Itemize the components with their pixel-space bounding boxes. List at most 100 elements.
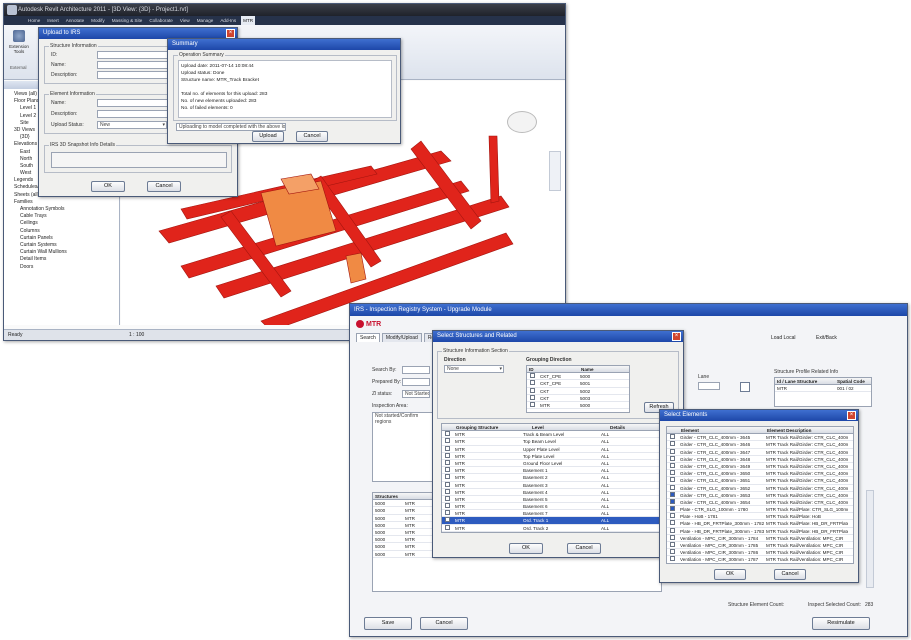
- table-row[interactable]: MTR Basement 1 ALL: [442, 467, 666, 475]
- table-row[interactable]: MTR Ground Floor Level ALL: [442, 459, 666, 468]
- view-cube[interactable]: [507, 111, 537, 133]
- checkbox[interactable]: [445, 438, 450, 444]
- ribbon-tab[interactable]: Insert: [45, 16, 61, 25]
- table-row[interactable]: Girder - CTR_CLC_400mm - 3649 MTR Track R…: [667, 462, 853, 471]
- table-row[interactable]: MTR Ord. Track 2 ALL: [442, 524, 666, 532]
- table-row[interactable]: Plate - HB_DR_FRTPlate_300mm - 1783 MTR T…: [667, 527, 853, 535]
- checkbox[interactable]: [530, 380, 535, 386]
- upload-status-select[interactable]: New ▾: [97, 121, 167, 129]
- table-row[interactable]: MTR Basement 4 ALL: [442, 488, 666, 496]
- checkbox[interactable]: [445, 431, 450, 437]
- checkbox[interactable]: [670, 441, 675, 447]
- table-row[interactable]: Ventilation - MPC_CIR_300mm - 1784 MTR Tr…: [667, 534, 853, 542]
- ribbon-tab[interactable]: Modify: [89, 16, 107, 25]
- tree-item[interactable]: Curtain Systems: [8, 242, 118, 249]
- table-row[interactable]: MTR Basement 5 ALL: [442, 495, 666, 504]
- zl-status-select[interactable]: Not Started: [402, 390, 430, 398]
- save-button[interactable]: Save: [364, 617, 412, 630]
- checkbox[interactable]: [670, 477, 675, 483]
- tree-item[interactable]: Doors: [8, 264, 118, 271]
- table-row[interactable]: Girder - CTR_CLC_400mm - 3652 MTR Track R…: [667, 484, 853, 492]
- checkbox[interactable]: [445, 452, 450, 458]
- checkbox[interactable]: [670, 506, 675, 512]
- table-row[interactable]: Girder - CTR_CLC_400mm - 3648 MTR Track R…: [667, 455, 853, 463]
- close-icon[interactable]: ×: [672, 332, 681, 341]
- table-row[interactable]: MTR Ord. Track 1 ALL: [442, 517, 666, 525]
- tree-item[interactable]: Cable Trays: [8, 213, 118, 220]
- ribbon-tab[interactable]: Annotate: [64, 16, 86, 25]
- table-row[interactable]: Plate - HB_DR_FRTPlate_300mm - 1782 MTR T…: [667, 520, 853, 528]
- cancel-button[interactable]: Cancel: [296, 131, 328, 142]
- scale-label[interactable]: 1 : 100: [129, 332, 144, 338]
- table-row[interactable]: Ventilation - MPC_CIR_300mm - 1786 MTR Tr…: [667, 549, 853, 557]
- list-item[interactable]: CKT 5003: [527, 394, 629, 402]
- revit-logo-icon[interactable]: [7, 5, 17, 15]
- irs-tab[interactable]: Modify/Upload: [381, 333, 422, 342]
- checkbox[interactable]: [445, 517, 450, 523]
- table-row[interactable]: MTR Track & Beam Level ALL: [442, 431, 666, 439]
- checkbox[interactable]: [670, 513, 675, 519]
- snapshot-info-field[interactable]: [51, 152, 227, 168]
- ribbon-tab[interactable]: View: [178, 16, 192, 25]
- ribbon-tab[interactable]: Home: [26, 16, 42, 25]
- table-row[interactable]: Ventilation - MPC_CIR_300mm - 1785 MTR Tr…: [667, 542, 853, 550]
- load-local-link[interactable]: Load Local: [771, 335, 795, 341]
- checkbox[interactable]: [670, 534, 675, 540]
- checkbox[interactable]: [670, 455, 675, 461]
- lane-field[interactable]: [698, 382, 720, 390]
- checkbox[interactable]: [670, 542, 675, 547]
- checkbox[interactable]: [670, 448, 675, 454]
- checkbox[interactable]: [530, 373, 535, 379]
- table-row[interactable]: MTR Basement 6 ALL: [442, 503, 666, 511]
- irs-tab[interactable]: Search: [356, 333, 380, 342]
- tree-item[interactable]: Annotation Symbols: [8, 206, 118, 213]
- ribbon-tab[interactable]: Collaborate: [147, 16, 175, 25]
- checkbox[interactable]: [445, 445, 450, 451]
- checkbox[interactable]: [670, 484, 675, 490]
- prepared-by-field[interactable]: [402, 378, 430, 386]
- cancel-button[interactable]: Cancel: [567, 543, 601, 554]
- table-row[interactable]: Plate - CTR_SLG_100mm - 1780 MTR Track Ra…: [667, 506, 853, 514]
- table-row[interactable]: Ventilation - MPC_CIR_300mm - 1787 MTR Tr…: [667, 556, 853, 563]
- tree-item[interactable]: Curtain Wall Mullions: [8, 249, 118, 256]
- table-row[interactable]: Girder - CTR_CLC_400mm - 3653 MTR Track R…: [667, 491, 853, 499]
- table-row[interactable]: MTR Top Plate Level ALL: [442, 452, 666, 460]
- right-scrollbar[interactable]: [866, 490, 874, 588]
- ok-button[interactable]: OK: [714, 569, 746, 580]
- close-icon[interactable]: ×: [847, 411, 856, 420]
- extension-tools-button[interactable]: Extension Tools: [8, 29, 30, 59]
- table-row[interactable]: MTR Upper Plate Level ALL: [442, 445, 666, 453]
- tree-item[interactable]: Families: [8, 199, 118, 206]
- cancel-button[interactable]: Cancel: [774, 569, 806, 580]
- cancel-button[interactable]: Cancel: [420, 617, 468, 630]
- inspection-area-field[interactable]: Not started/Confirm regions: [372, 412, 434, 482]
- search-by-field[interactable]: [402, 366, 430, 374]
- table-row[interactable]: MTR Top Beam Level ALL: [442, 438, 666, 446]
- checkbox[interactable]: [530, 401, 535, 407]
- ribbon-tab[interactable]: Massing & Site: [110, 16, 145, 25]
- tree-item[interactable]: Curtain Panels: [8, 235, 118, 242]
- table-row[interactable]: MTR Basement 7 ALL: [442, 510, 666, 518]
- checkbox[interactable]: [670, 491, 675, 497]
- checkbox[interactable]: [445, 495, 450, 501]
- profile-row[interactable]: MTR 001 / 02: [775, 385, 871, 393]
- table-row[interactable]: Plate - HoB - 1781 MTR Track Rail/Plate: …: [667, 513, 853, 521]
- direction-select[interactable]: None ▾: [444, 365, 504, 373]
- checkbox[interactable]: [670, 527, 675, 533]
- checkbox[interactable]: [670, 556, 675, 562]
- checkbox[interactable]: [670, 470, 675, 476]
- ribbon-tab[interactable]: Manage: [195, 16, 216, 25]
- checkbox[interactable]: [530, 394, 535, 400]
- list-item[interactable]: CKT_CPE 5000: [527, 373, 629, 381]
- lane-pick-button[interactable]: [740, 382, 750, 392]
- exit-back-link[interactable]: Exit/Back: [816, 335, 837, 341]
- table-row[interactable]: Girder - CTR_CLC_400mm - 3654 MTR Track R…: [667, 498, 853, 507]
- tree-item[interactable]: Ceilings: [8, 220, 118, 227]
- navigation-bar[interactable]: [549, 151, 561, 191]
- upload-button[interactable]: Upload: [252, 131, 284, 142]
- table-row[interactable]: Girder - CTR_CLC_400mm - 3651 MTR Track R…: [667, 477, 853, 485]
- ok-button[interactable]: OK: [91, 181, 125, 192]
- checkbox[interactable]: [445, 474, 450, 480]
- table-row[interactable]: MTR Basement 3 ALL: [442, 481, 666, 489]
- checkbox[interactable]: [445, 488, 450, 494]
